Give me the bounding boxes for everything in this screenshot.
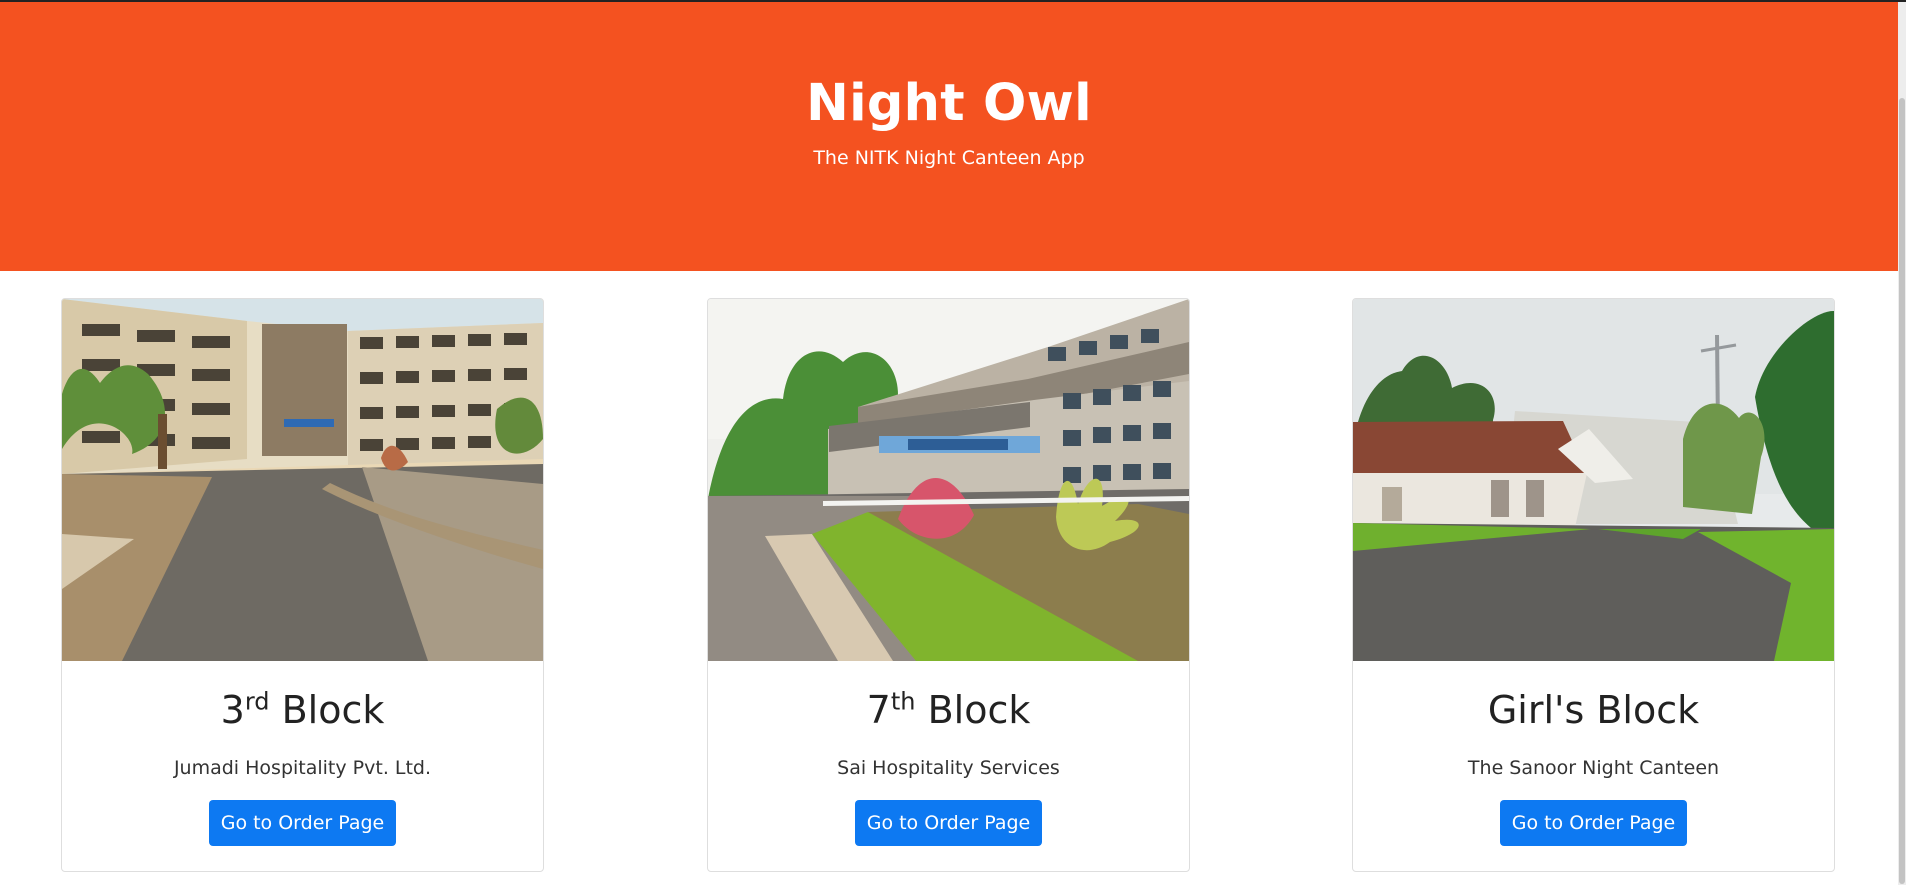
block-title: 3rd Block [62,687,543,733]
building-photo [1353,299,1834,661]
vertical-scrollbar[interactable] [1898,2,1906,885]
building-photo-image [708,299,1189,661]
page: Night Owl The NITK Night Canteen App 3rd… [0,0,1906,885]
app-subtitle: The NITK Night Canteen App [813,147,1085,169]
block-label: Girl's Block [1487,688,1700,732]
block-suffix: th [890,687,916,716]
building-photo-image [1353,299,1834,661]
go-to-order-page-button[interactable]: Go to Order Page [1500,800,1687,846]
building-photo [708,299,1189,661]
block-label: Block [281,688,385,732]
scrollbar-thumb[interactable] [1899,98,1905,884]
block-number: 3 [220,688,245,732]
block-number: 7 [866,688,891,732]
block-label: Block [927,688,1031,732]
canteen-company: The Sanoor Night Canteen [1467,757,1720,779]
block-title: Girl's Block [1353,687,1834,733]
hero-banner: Night Owl The NITK Night Canteen App [0,2,1898,271]
canteen-company: Jumadi Hospitality Pvt. Ltd. [173,757,432,779]
block-title: 7th Block [708,687,1189,733]
go-to-order-page-button[interactable]: Go to Order Page [209,800,396,846]
canteen-card-3rd-block: 3rd Block Jumadi Hospitality Pvt. Ltd. G… [61,298,544,872]
canteen-card-girls-block: Girl's Block The Sanoor Night Canteen Go… [1352,298,1835,872]
canteen-company: Sai Hospitality Services [837,757,1060,779]
building-photo [62,299,543,661]
go-to-order-page-button[interactable]: Go to Order Page [855,800,1042,846]
block-suffix: rd [244,687,270,716]
building-photo-image [62,299,543,661]
canteen-card-7th-block: 7th Block Sai Hospitality Services Go to… [707,298,1190,872]
app-title: Night Owl [806,74,1092,133]
